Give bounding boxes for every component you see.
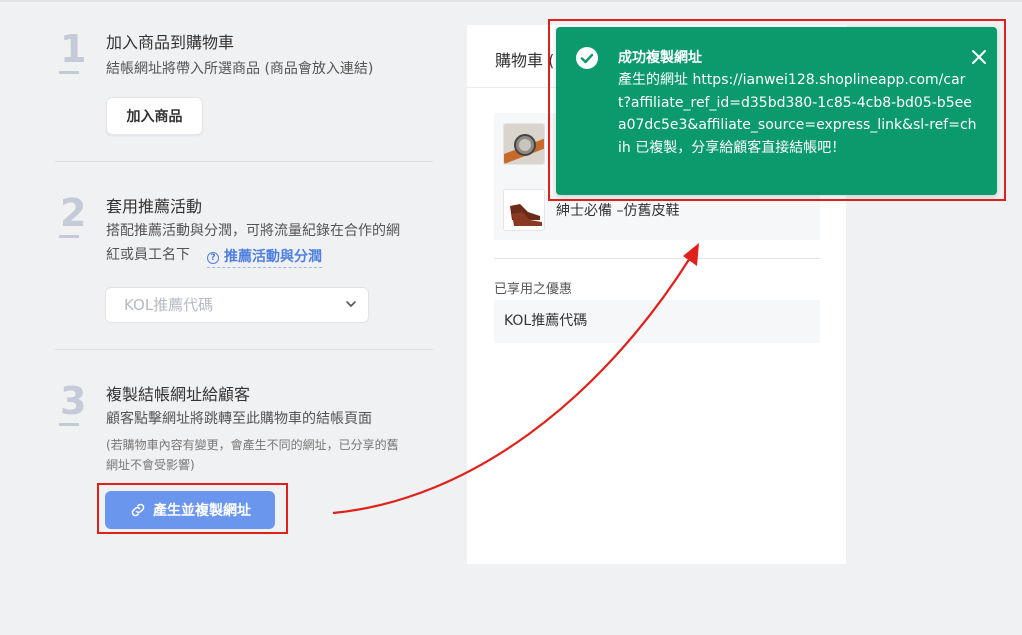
applied-offer: KOL推薦代碼	[494, 300, 820, 343]
step-note: (若購物車內容有變更，會產生不同的網址，已分享的舊 網址不會受影響)	[106, 435, 436, 475]
cart-title: 購物車 (	[495, 51, 555, 70]
product-thumbnail	[503, 123, 545, 165]
generate-copy-url-label: 產生並複製網址	[153, 503, 251, 519]
step-number: 2	[60, 191, 87, 235]
chevron-down-icon	[346, 301, 356, 307]
step-description: 顧客點擊網址將跳轉至此購物車的結帳頁面	[106, 411, 372, 427]
kol-code-select[interactable]: KOL推薦代碼	[105, 287, 369, 323]
question-icon: ?	[207, 252, 219, 264]
generate-copy-url-button[interactable]: 產生並複製網址	[105, 491, 275, 529]
step-divider	[55, 349, 433, 350]
step-number: 1	[60, 27, 87, 71]
step-divider	[55, 161, 433, 162]
link-icon	[131, 503, 145, 517]
cart-divider	[494, 258, 820, 259]
step-number-underline	[59, 235, 79, 238]
product-name: 紳士必備 –仿舊皮鞋	[556, 203, 680, 219]
product-thumbnail	[503, 189, 545, 231]
check-icon	[580, 53, 594, 64]
step-note-line: (若購物車內容有變更，會產生不同的網址，已分享的舊	[106, 438, 399, 452]
referral-help-link-label: 推薦活動與分潤	[224, 249, 322, 265]
toast-title: 成功複製網址	[618, 50, 702, 66]
referral-help-link[interactable]: ? 推薦活動與分潤	[207, 246, 322, 268]
toast-message: 產生的網址 https://ianwei128.shoplineapp.com/…	[618, 72, 977, 156]
watch-image	[504, 124, 544, 164]
step-number: 3	[60, 379, 87, 423]
step-description-line: 搭配推薦活動與分潤，可將流量紀錄在合作的網	[106, 223, 400, 239]
step-description: 結帳網址將帶入所選商品 (商品會放入連結)	[106, 61, 374, 77]
top-border	[0, 0, 1022, 2]
step-note-line: 網址不會受影響)	[106, 458, 195, 472]
close-icon[interactable]	[971, 49, 987, 65]
shoe-image	[504, 190, 544, 230]
check-circle-icon	[576, 47, 598, 69]
applied-offers-label: 已享用之優惠	[494, 282, 573, 297]
success-toast: 成功複製網址 產生的網址 https://ianwei128.shoplinea…	[556, 27, 997, 195]
step-number-underline	[59, 423, 79, 426]
kol-code-select-placeholder: KOL推薦代碼	[124, 296, 214, 314]
step-title: 套用推薦活動	[106, 197, 203, 216]
step-title: 加入商品到購物車	[106, 33, 235, 52]
step-title: 複製結帳網址給顧客	[106, 385, 251, 404]
step-number-underline	[59, 71, 79, 74]
add-products-button[interactable]: 加入商品	[106, 97, 203, 135]
